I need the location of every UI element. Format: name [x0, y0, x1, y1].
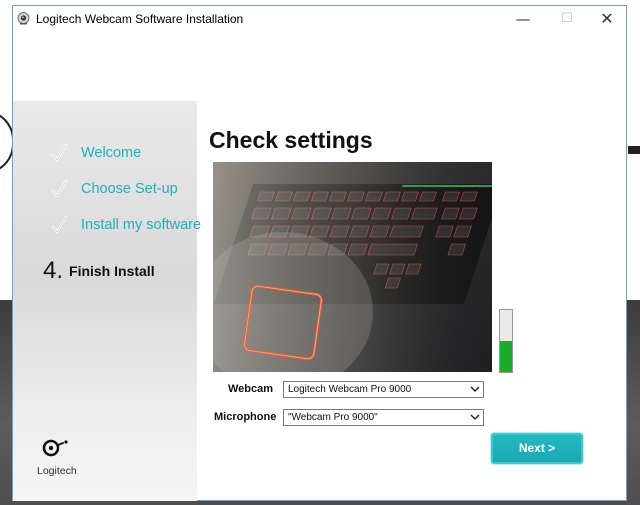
step-label: Finish Install — [69, 263, 155, 279]
chevron-down-icon — [470, 386, 480, 392]
step-install-software: Install my software — [51, 213, 201, 237]
title-bar[interactable]: Logitech Webcam Software Installation — … — [13, 6, 626, 32]
microphone-select-value: "Webcam Pro 9000" — [288, 412, 378, 423]
meter-fill — [500, 341, 512, 372]
microphone-select[interactable]: "Webcam Pro 9000" — [283, 409, 484, 426]
close-button[interactable]: ✕ — [587, 8, 627, 30]
window-title: Logitech Webcam Software Installation — [36, 12, 244, 26]
microphone-level-meter — [499, 309, 513, 373]
webcam-select[interactable]: Logitech Webcam Pro 9000 — [283, 381, 484, 398]
checkmark-icon — [51, 143, 68, 162]
steps-sidebar: Welcome Choose Set-up Install my softwar… — [13, 101, 201, 501]
step-finish-install: 4. Finish Install — [43, 257, 155, 284]
webcam-label: Webcam — [228, 383, 274, 395]
step-number: 4. — [43, 257, 64, 284]
microphone-label: Microphone — [214, 411, 277, 423]
page-title: Check settings — [209, 127, 373, 153]
webcam-app-icon — [17, 12, 30, 25]
desktop-decoration-tag — [628, 146, 640, 154]
step-label: Install my software — [81, 217, 202, 233]
checkmark-icon — [51, 179, 68, 198]
checkmark-icon — [51, 215, 68, 234]
webcam-preview — [213, 162, 492, 372]
step-choose-setup: Choose Set-up — [51, 177, 178, 201]
maximize-button[interactable]: ☐ — [547, 8, 587, 30]
webcam-select-value: Logitech Webcam Pro 9000 — [288, 384, 412, 395]
webcam-preview-image — [213, 162, 492, 372]
minimize-button[interactable]: — — [503, 8, 543, 30]
step-label: Welcome — [81, 145, 142, 161]
logitech-logo-text: Logitech — [37, 465, 77, 477]
step-welcome: Welcome — [51, 141, 141, 165]
chevron-down-icon — [470, 414, 480, 420]
step-label: Choose Set-up — [81, 181, 178, 197]
next-button[interactable]: Next > — [491, 433, 583, 464]
installer-window: Logitech Webcam Software Installation — … — [12, 5, 627, 501]
